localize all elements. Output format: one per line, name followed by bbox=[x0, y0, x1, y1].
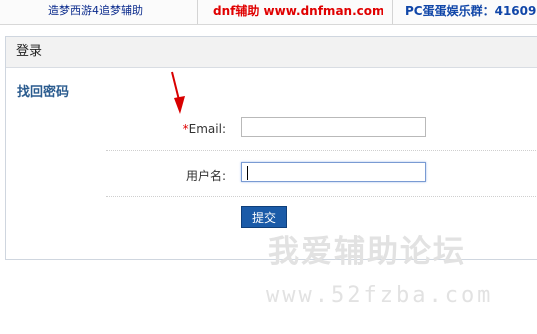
top-link-dnfman[interactable]: dnf辅助 www.dnfman.com bbox=[213, 0, 383, 24]
top-link-zaomeng[interactable]: 造梦西游4追梦辅助 bbox=[48, 0, 188, 24]
login-panel: 登录 找回密码 *Email: 用户名: 提交 bbox=[5, 36, 537, 260]
top-link-bar: 造梦西游4追梦辅助 dnf辅助 www.dnfman.com PC蛋蛋娱乐群：4… bbox=[0, 0, 537, 25]
text-caret bbox=[247, 166, 248, 180]
top-link-pc-group[interactable]: PC蛋蛋娱乐群：416097 bbox=[405, 0, 537, 24]
submit-button[interactable]: 提交 bbox=[241, 206, 287, 228]
email-label-text: Email: bbox=[188, 122, 226, 136]
red-arrow-annotation bbox=[171, 71, 185, 114]
forgot-password-title: 找回密码 bbox=[17, 85, 70, 100]
top-link-separator bbox=[392, 0, 393, 24]
form-divider bbox=[106, 150, 537, 151]
username-field[interactable] bbox=[241, 162, 426, 182]
panel-title: 登录 bbox=[6, 37, 537, 68]
email-field[interactable] bbox=[241, 117, 426, 137]
username-label: 用户名: bbox=[185, 169, 226, 183]
top-link-separator bbox=[197, 0, 198, 24]
email-label: *Email: bbox=[106, 122, 226, 136]
form-divider bbox=[106, 196, 537, 197]
watermark-url: www.52fzba.com bbox=[266, 283, 494, 308]
